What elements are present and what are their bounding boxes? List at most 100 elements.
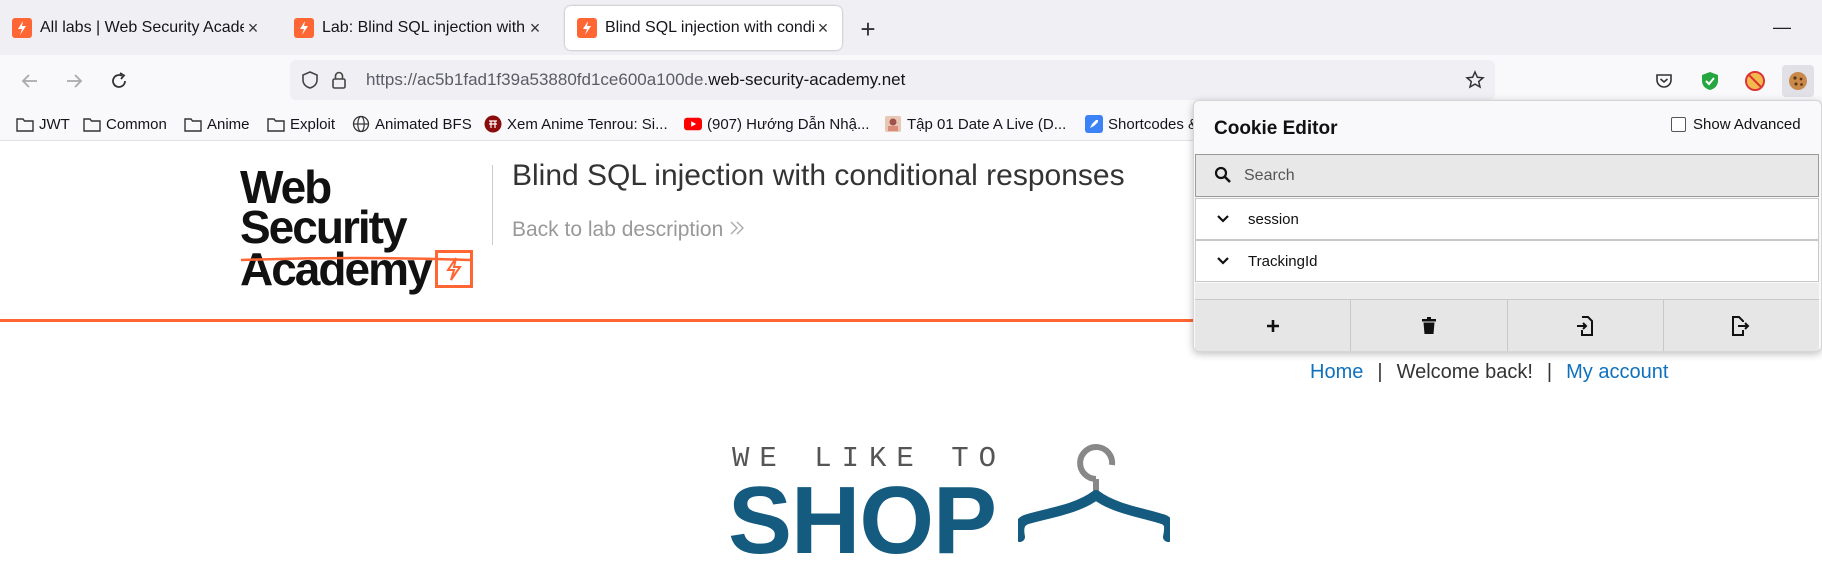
bookmark-label: (907) Hướng Dẫn Nhậ... [707, 115, 870, 133]
reload-icon [112, 72, 126, 88]
cookie-list-gap [1195, 283, 1819, 299]
import-button[interactable] [1508, 300, 1664, 351]
reload-button[interactable] [103, 65, 135, 97]
export-icon [1732, 315, 1750, 336]
back-button[interactable] [14, 65, 46, 97]
url-text: https://ac5b1fad1f39a53880fd1ce600a100de… [366, 70, 905, 90]
show-advanced-label: Show Advanced [1693, 116, 1801, 133]
lock-icon[interactable] [330, 70, 348, 95]
cookie-actions [1195, 299, 1819, 351]
close-icon[interactable]: × [244, 18, 262, 38]
cookie-search-input[interactable] [1244, 163, 1784, 189]
forward-button[interactable] [58, 65, 90, 97]
home-link[interactable]: Home [1310, 361, 1363, 384]
burp-favicon-icon [577, 18, 597, 38]
url-domain: web-security-academy.net [708, 70, 906, 89]
cookie-name: TrackingId [1248, 252, 1318, 270]
chevron-down-icon[interactable] [1216, 215, 1230, 223]
shield-check-extension-icon[interactable] [1694, 65, 1726, 97]
double-chevron-right-icon [729, 218, 745, 242]
nav-separator: | [1377, 361, 1383, 383]
cookie-row-trackingid[interactable]: TrackingId [1195, 240, 1819, 282]
arrow-right-icon [67, 74, 83, 88]
bookmark-label: JWT [39, 115, 70, 133]
bookmark-label: Tập 01 Date A Live (D... [907, 115, 1067, 133]
logo-text-line2: Academy [240, 243, 433, 295]
trash-icon [1421, 316, 1436, 334]
bookmark-youtube[interactable]: (907) Hướng Dẫn Nhậ... [684, 113, 869, 135]
globe-icon [352, 115, 370, 133]
bookmark-animated-bfs[interactable]: Animated BFS [352, 113, 472, 135]
bookmark-shortcodes[interactable]: Shortcodes & [1085, 113, 1198, 135]
hanger-icon [1018, 444, 1170, 542]
header-divider [492, 165, 493, 245]
folder-icon [184, 116, 202, 132]
delete-all-button[interactable] [1351, 300, 1508, 351]
cookie-name: session [1248, 210, 1299, 228]
site-favicon-icon [884, 116, 902, 132]
import-icon [1577, 315, 1594, 336]
cookie-row-session[interactable]: session [1195, 198, 1819, 240]
tab-lab[interactable]: Lab: Blind SQL injection with co × [282, 6, 554, 50]
pocket-icon[interactable] [1648, 65, 1680, 97]
cookie-editor-popup: Cookie Editor Show Advanced session Trac… [1193, 100, 1822, 352]
web-security-academy-logo[interactable]: Web Security Academy [240, 164, 490, 295]
blocked-extension-icon[interactable] [1739, 65, 1771, 97]
show-advanced-toggle[interactable]: Show Advanced [1671, 116, 1801, 133]
tab-active[interactable]: Blind SQL injection with conditio × [565, 6, 842, 50]
folder-icon [267, 116, 285, 132]
bookmark-label: Exploit [290, 115, 336, 133]
bookmark-label: Animated BFS [375, 115, 472, 133]
site-favicon-icon [484, 115, 502, 133]
cookie-editor-extension-icon[interactable] [1782, 65, 1814, 97]
close-icon[interactable]: × [526, 18, 544, 38]
bookmark-label: Xem Anime Tenrou: Si... [507, 115, 668, 133]
bookmark-folder-exploit[interactable]: Exploit [267, 113, 335, 135]
back-to-lab-link[interactable]: Back to lab description [512, 218, 745, 242]
bookmark-date-a-live[interactable]: Tập 01 Date A Live (D... [884, 113, 1066, 135]
bookmark-folder-anime[interactable]: Anime [184, 113, 250, 135]
tab-title: Lab: Blind SQL injection with co [322, 19, 526, 36]
minimize-button[interactable]: — [1764, 12, 1800, 42]
cookie-editor-title: Cookie Editor [1214, 118, 1338, 139]
bookmark-label: Common [106, 115, 167, 133]
tab-strip: All labs | Web Security Academy × Lab: B… [0, 0, 1822, 55]
bookmark-folder-jwt[interactable]: JWT [16, 113, 70, 135]
tab-title: All labs | Web Security Academy [40, 19, 244, 36]
my-account-link[interactable]: My account [1566, 361, 1668, 384]
shop-title: SHOP [728, 467, 997, 570]
bookmark-label: Shortcodes & [1108, 115, 1199, 133]
bookmark-anime-tenrou[interactable]: Xem Anime Tenrou: Si... [484, 113, 668, 135]
close-icon[interactable]: × [814, 18, 832, 38]
lab-title: Blind SQL injection with conditional res… [512, 159, 1125, 192]
folder-icon [83, 116, 101, 132]
rocket-icon [1085, 115, 1103, 133]
export-button[interactable] [1664, 300, 1819, 351]
back-link-label: Back to lab description [512, 218, 724, 241]
burp-favicon-icon [12, 18, 32, 38]
top-nav: Home | Welcome back! | My account [1310, 361, 1668, 384]
bookmark-folder-common[interactable]: Common [83, 113, 167, 135]
nav-separator: | [1546, 361, 1553, 383]
youtube-icon [684, 116, 702, 132]
search-icon [1214, 166, 1232, 189]
logo-text-line2-wrap: Academy [240, 243, 490, 295]
new-tab-button[interactable]: + [852, 13, 884, 45]
burp-favicon-icon [294, 18, 314, 38]
cookie-search [1195, 154, 1819, 197]
add-cookie-button[interactable] [1195, 300, 1352, 351]
folder-icon [16, 116, 34, 132]
shield-icon[interactable] [300, 70, 320, 95]
show-advanced-checkbox[interactable] [1671, 117, 1686, 132]
tab-all-labs[interactable]: All labs | Web Security Academy × [0, 6, 272, 50]
bookmark-label: Anime [207, 115, 250, 133]
logo-underline [240, 256, 472, 262]
tab-title: Blind SQL injection with conditio [605, 19, 814, 36]
chevron-down-icon[interactable] [1216, 257, 1230, 265]
add-icon [1266, 319, 1279, 332]
arrow-left-icon [21, 74, 37, 88]
url-prefix: https://ac5b1fad1f39a53880fd1ce600a100de… [366, 70, 709, 89]
star-icon[interactable] [1465, 70, 1485, 95]
url-bar[interactable]: https://ac5b1fad1f39a53880fd1ce600a100de… [290, 60, 1495, 100]
welcome-text: Welcome back! [1396, 361, 1533, 383]
